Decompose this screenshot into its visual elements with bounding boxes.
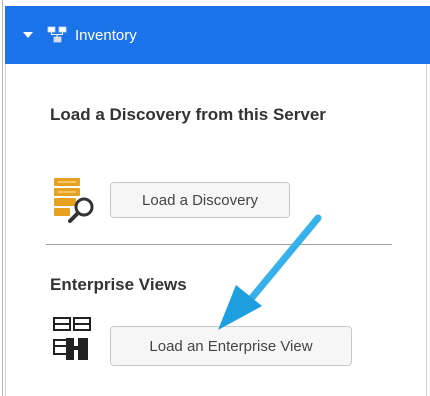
load-discovery-button[interactable]: Load a Discovery (110, 182, 290, 218)
discovery-section-title: Load a Discovery from this Server (50, 105, 326, 124)
enterprise-view-icon (52, 316, 100, 369)
load-enterprise-view-button[interactable]: Load an Enterprise View (110, 326, 352, 366)
panel-title: Inventory (75, 26, 137, 44)
database-search-icon (52, 178, 100, 229)
enterprise-section-title: Enterprise Views (50, 275, 187, 294)
section-divider (46, 244, 392, 245)
window-frame-edge (2, 0, 3, 396)
inventory-tree-icon (47, 26, 67, 44)
inventory-panel-header[interactable]: Inventory (5, 6, 430, 64)
chevron-down-icon[interactable] (23, 32, 33, 38)
